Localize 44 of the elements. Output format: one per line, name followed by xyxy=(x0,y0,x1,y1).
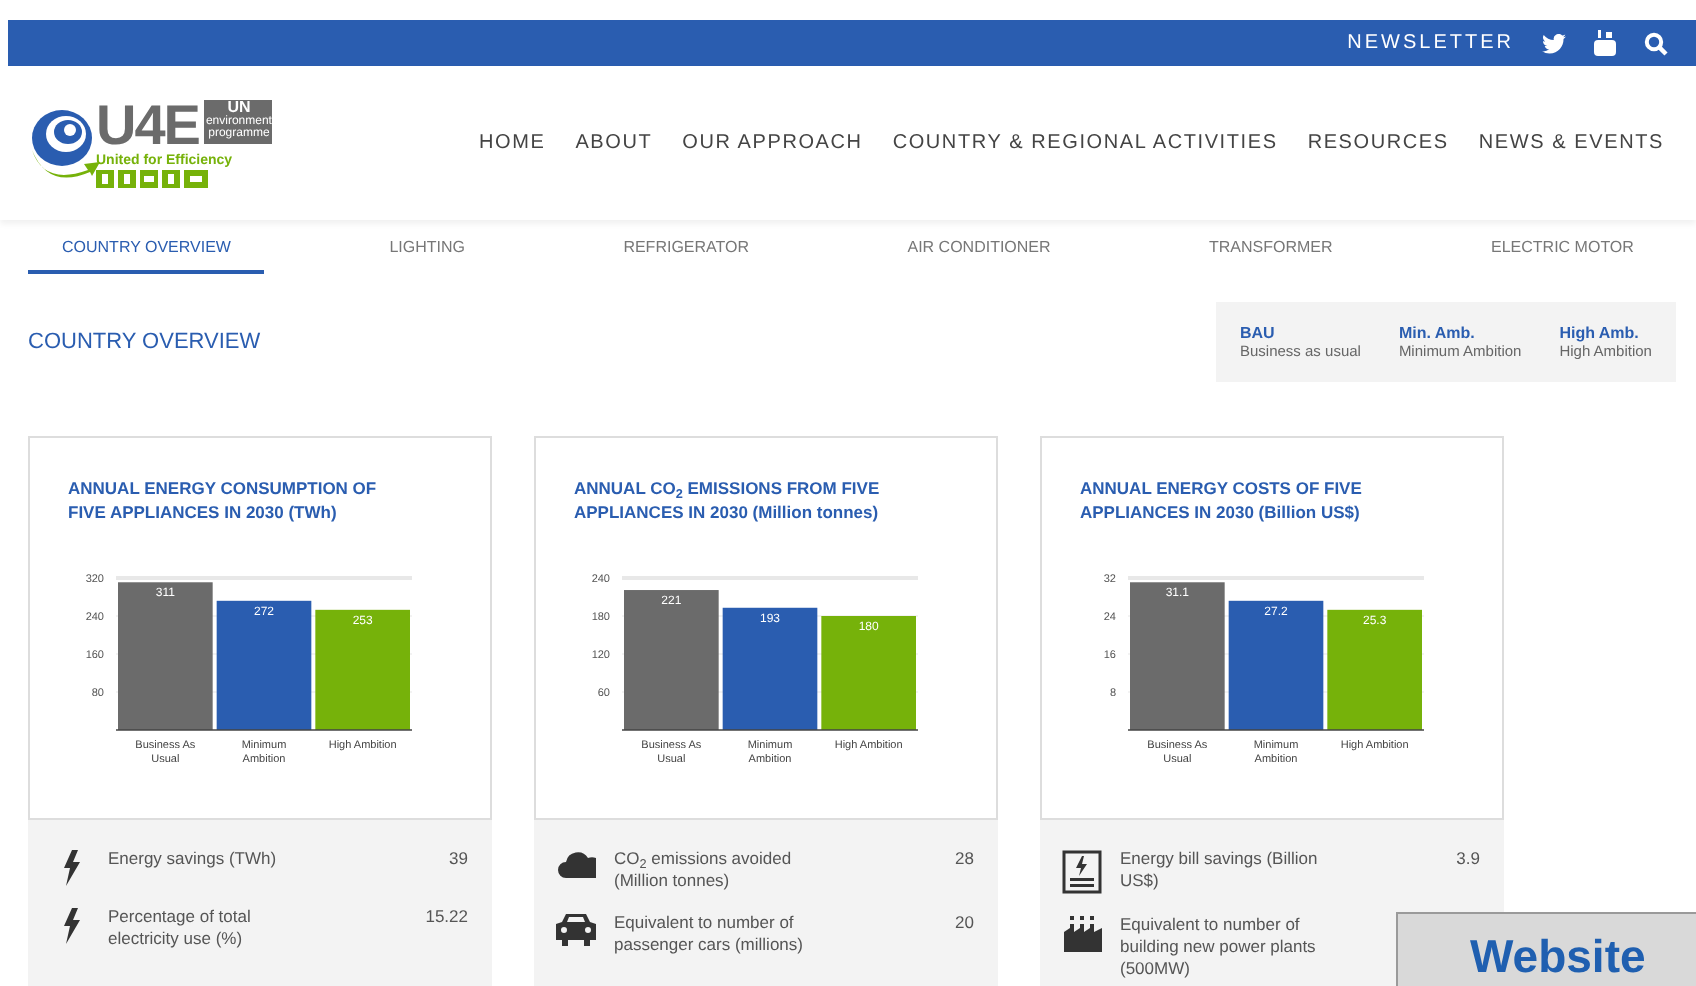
section-title: COUNTRY OVERVIEW xyxy=(28,327,261,358)
search-icon[interactable] xyxy=(1644,31,1668,55)
stat-label: CO$_{2}$ emissions avoided (Million tonnes) xyxy=(614,848,794,892)
nav-link[interactable]: OUR APPROACH xyxy=(682,128,863,158)
stat-value: 28 xyxy=(955,848,976,870)
chart-title: ANNUAL ENERGY COSTS OF FIVE APPLIANCES IN 2030 (Billion US$) xyxy=(1080,476,1364,524)
legend-abbreviation: BAU xyxy=(1240,324,1277,342)
logo-wordmark: U4E xyxy=(96,99,199,151)
chart-title: ANNUAL CO$_{2}$ EMISSIONS FROM FIVE APPLIANCES IN 2030 (Million tonnes) xyxy=(574,476,882,524)
category-tab[interactable]: COUNTRY OVERVIEW xyxy=(28,236,265,274)
car-icon xyxy=(556,914,596,946)
chart-title: ANNUAL ENERGY CONSUMPTION OF FIVE APPLIANCES IN 2030 (TWh) xyxy=(68,476,379,524)
stat-label: Energy savings (TWh) xyxy=(108,848,279,870)
category-tab[interactable]: AIR CONDITIONER xyxy=(873,236,1085,274)
stat-label: Energy bill savings (Billion US$) xyxy=(1120,848,1320,892)
category-tab[interactable]: REFRIGERATOR xyxy=(589,236,784,274)
nav-link[interactable]: HOME xyxy=(478,128,546,158)
overlay-label: Website xyxy=(1470,930,1646,982)
bolt-icon xyxy=(60,908,80,944)
category-tab[interactable]: ELECTRIC MOTOR xyxy=(1457,236,1668,274)
legend-abbreviation: Min. Amb. xyxy=(1398,324,1477,342)
newsletter-link[interactable]: NEWSLETTER xyxy=(1347,28,1514,58)
appliance-icons-drawing xyxy=(96,169,208,187)
nav-link[interactable]: RESOURCES xyxy=(1307,128,1449,158)
stat-value: 15.22 xyxy=(425,906,470,928)
nav-link[interactable]: COUNTRY & REGIONAL ACTIVITIES xyxy=(892,128,1278,158)
cloud-icon xyxy=(557,850,595,878)
nav-link[interactable]: ABOUT xyxy=(575,128,653,158)
bill-icon xyxy=(1062,850,1102,894)
stat-label: Equivalent to number of building new power plants (500MW) xyxy=(1120,914,1318,980)
stat-value: 20 xyxy=(955,912,976,934)
factory-icon xyxy=(1063,916,1101,952)
category-tab[interactable]: TRANSFORMER xyxy=(1175,236,1367,274)
stat-value: 3.9 xyxy=(1456,848,1482,870)
un-label: UN xyxy=(227,99,251,115)
legend-abbreviation: High Amb. xyxy=(1559,324,1641,342)
video-icon[interactable] xyxy=(1594,30,1616,56)
stat-label: Equivalent to number of passenger cars (millions) xyxy=(614,912,805,956)
category-tab[interactable]: LIGHTING xyxy=(355,236,499,274)
bolt-icon xyxy=(60,850,80,886)
twitter-icon[interactable] xyxy=(1542,33,1566,53)
stat-value: 39 xyxy=(449,848,470,870)
stat-label: Percentage of total electricity use (%) xyxy=(108,906,253,950)
nav-link[interactable]: NEWS & EVENTS xyxy=(1478,128,1664,158)
